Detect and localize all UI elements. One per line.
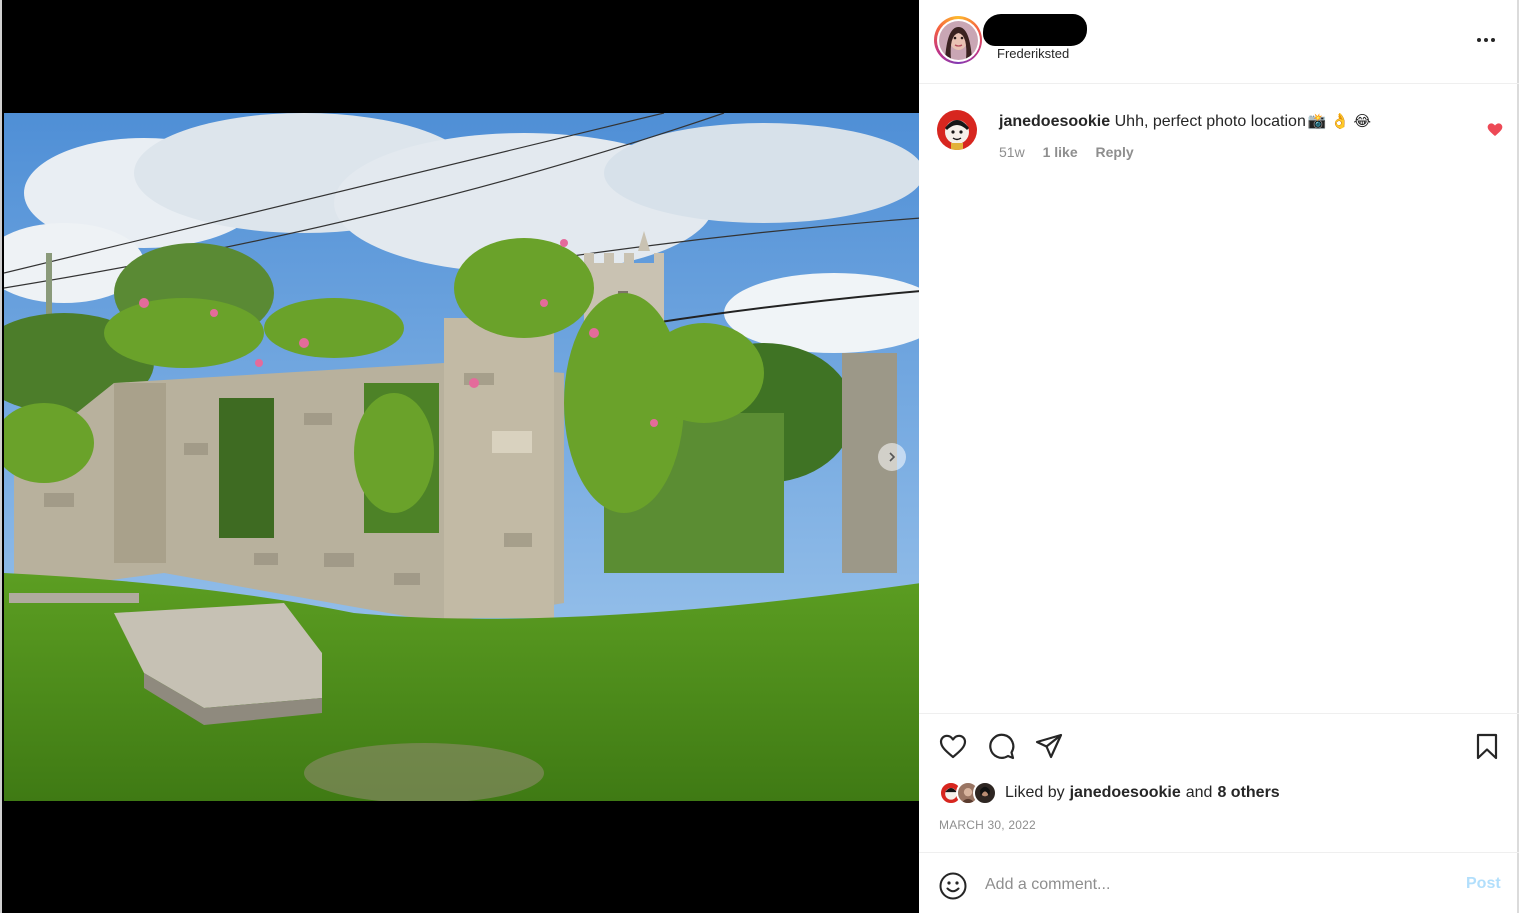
- comment-button[interactable]: [986, 731, 1016, 761]
- comment-meta: 51w 1 like Reply: [999, 144, 1148, 160]
- reply-button[interactable]: Reply: [1096, 144, 1134, 160]
- post-actions: Liked by janedoesookie and 8 others MARC…: [919, 713, 1519, 853]
- share-icon: [1035, 733, 1063, 759]
- likes-summary: Liked by janedoesookie and 8 others: [939, 780, 1280, 806]
- post-comment-button[interactable]: Post: [1466, 875, 1501, 893]
- redacted-username: [983, 14, 1087, 46]
- comment-username[interactable]: janedoesookie: [999, 113, 1110, 130]
- heart-filled-icon: [1487, 123, 1503, 136]
- save-button[interactable]: [1472, 731, 1502, 761]
- smiley-icon: [939, 872, 967, 900]
- liked-by-username[interactable]: janedoesookie: [1070, 784, 1181, 802]
- post-location[interactable]: Frederiksted: [997, 46, 1069, 61]
- likes-others-link[interactable]: 8 others: [1217, 784, 1279, 802]
- comment-age: 51w: [999, 144, 1025, 160]
- post-photo[interactable]: [4, 113, 921, 801]
- share-button[interactable]: [1034, 731, 1064, 761]
- likes-conjunction: and: [1185, 784, 1213, 801]
- comment-like-button[interactable]: [1487, 122, 1503, 138]
- comment-input[interactable]: [985, 871, 1445, 899]
- next-photo-button[interactable]: [878, 443, 906, 471]
- comment-text: Uhh, perfect photo location: [1114, 113, 1306, 130]
- more-options-button[interactable]: [1475, 30, 1497, 50]
- post-media-viewer: [0, 0, 921, 913]
- comment-body: janedoesookie Uhh, perfect photo locatio…: [999, 112, 1371, 132]
- bookmark-icon: [1476, 733, 1498, 760]
- author-avatar[interactable]: [934, 16, 982, 64]
- ruins-photo-illustration: [4, 113, 921, 801]
- like-button[interactable]: [938, 731, 968, 761]
- comment-like-count[interactable]: 1 like: [1043, 144, 1078, 160]
- liker-avatars[interactable]: [939, 780, 1001, 806]
- more-horizontal-icon: [1477, 38, 1481, 42]
- post-header: Frederiksted: [919, 0, 1519, 84]
- emoji-picker-button[interactable]: [938, 871, 968, 901]
- comment-item: janedoesookie Uhh, perfect photo locatio…: [919, 104, 1519, 174]
- post-details-pane: Frederiksted janedoesookie Uhh, perfect …: [919, 0, 1519, 913]
- liker-avatar: [973, 781, 997, 805]
- chevron-right-icon: [889, 452, 896, 462]
- comment-emojis: 📸 👌 😂: [1307, 113, 1372, 130]
- heart-icon: [939, 734, 967, 759]
- comment-icon: [989, 733, 1015, 760]
- commenter-avatar[interactable]: [937, 110, 977, 150]
- post-date[interactable]: MARCH 30, 2022: [939, 818, 1036, 832]
- author-avatar-image: [938, 20, 978, 60]
- add-comment-bar: Post: [919, 852, 1519, 913]
- liked-by-label: Liked by: [1005, 784, 1065, 801]
